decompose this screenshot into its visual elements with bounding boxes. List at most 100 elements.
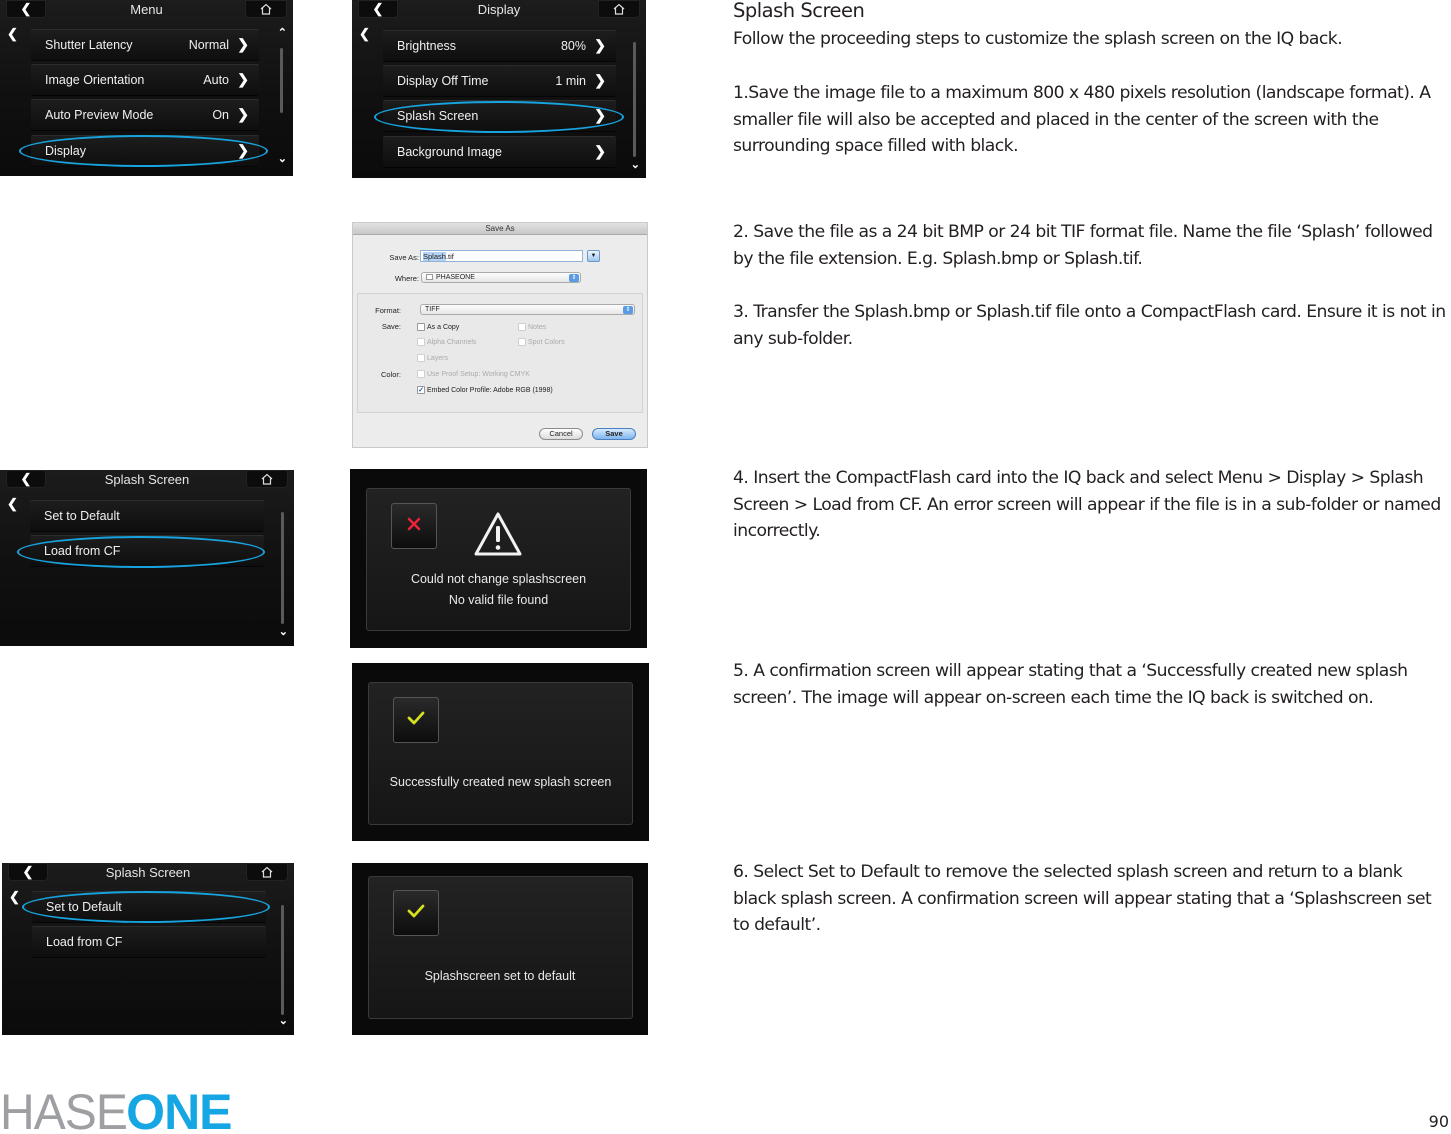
scroll-down-icon[interactable]: ⌄ — [631, 158, 640, 171]
menu-item-display-off-time[interactable]: Display Off Time 1 min ❯ — [383, 65, 616, 97]
menu-screen: ❮ Menu ❮ ⌃ ⌄ Shutter Latency Normal ❯ Im… — [0, 0, 293, 176]
home-button[interactable] — [246, 470, 288, 488]
checkbox-alpha-channels[interactable]: Alpha Channels — [417, 338, 476, 346]
checkbox-box — [518, 338, 526, 346]
home-button[interactable] — [246, 863, 288, 881]
menu-item-load-from-cf[interactable]: Load from CF — [32, 926, 266, 958]
format-dropdown[interactable]: TIFF ⇕ — [420, 304, 635, 315]
menu-item-shutter-latency[interactable]: Shutter Latency Normal ❯ — [31, 29, 259, 61]
item-value: Auto — [203, 73, 229, 87]
side-back-icon[interactable]: ❮ — [7, 26, 18, 42]
checkbox-embed-color-profile[interactable]: ✓ Embed Color Profile: Adobe RGB (1998) — [417, 386, 553, 394]
scrollbar[interactable] — [281, 905, 284, 1015]
splash-screen-menu-load: ❮ Splash Screen ❮ ⌄ Set to Default Load … — [0, 470, 294, 646]
item-label: Display Off Time — [397, 74, 489, 88]
checkmark-icon — [406, 710, 426, 731]
checkbox-spot-colors[interactable]: Spot Colors — [518, 338, 565, 346]
item-label: Shutter Latency — [45, 38, 133, 52]
checkbox-label: Alpha Channels — [427, 338, 477, 346]
step-4-text: 4. Insert the CompactFlash card into the… — [733, 468, 1441, 541]
scroll-up-icon[interactable]: ⌃ — [278, 26, 287, 39]
item-label: Brightness — [397, 39, 457, 53]
checkbox-box — [417, 323, 425, 331]
where-dropdown[interactable]: PHASEONE ⇕ — [421, 272, 581, 283]
scrollbar[interactable] — [280, 48, 283, 113]
step-3-text: 3. Transfer the Splash.bmp or Splash.tif… — [733, 302, 1446, 349]
menu-item-auto-preview-mode[interactable]: Auto Preview Mode On ❯ — [31, 99, 259, 131]
chevron-right-icon: ❯ — [594, 143, 606, 159]
close-button[interactable] — [391, 503, 437, 549]
side-back-icon[interactable]: ❮ — [359, 26, 370, 42]
logo-bold-text: ONE — [126, 1084, 232, 1134]
splash-screen-menu-default: ❮ Splash Screen ❮ ⌄ Set to Default Load … — [2, 863, 294, 1035]
menu-item-background-image[interactable]: Background Image ❯ — [383, 136, 616, 168]
home-button[interactable] — [598, 0, 640, 18]
home-icon — [261, 865, 273, 882]
home-icon — [613, 2, 625, 19]
success-screen: Successfully created new splash screen — [352, 663, 649, 841]
save-button[interactable]: Save — [592, 428, 636, 440]
item-label: Splash Screen — [397, 109, 479, 123]
chevron-right-icon: ❯ — [594, 37, 606, 53]
scrollbar[interactable] — [281, 512, 284, 624]
close-x-icon — [405, 515, 423, 538]
save-as-dialog: Save As Save As: Splash.tif ▼ Where: PHA… — [352, 222, 648, 448]
error-message-line2: No valid file found — [448, 593, 549, 607]
menu-item-set-to-default[interactable]: Set to Default — [32, 891, 266, 923]
format-label: Format: — [375, 306, 401, 315]
step-2-text: 2. Save the file as a 24 bit BMP or 24 b… — [733, 222, 1433, 269]
checkbox-notes[interactable]: Notes — [518, 323, 546, 331]
step-1-text: 1.Save the image file to a maximum 800 x… — [733, 83, 1431, 156]
cancel-button[interactable]: Cancel — [539, 428, 583, 440]
intro-text: Follow the proceeding steps to customize… — [733, 29, 1343, 49]
chevron-right-icon: ❯ — [594, 72, 606, 88]
item-label: Load from CF — [46, 935, 123, 949]
scroll-down-icon[interactable]: ⌄ — [279, 1014, 288, 1027]
checkbox-use-proof-setup[interactable]: Use Proof Setup: Working CMYK — [417, 370, 530, 378]
checkbox-label: Embed Color Profile: Adobe RGB (1998) — [427, 386, 553, 394]
updown-arrows-icon: ⇕ — [569, 274, 579, 282]
home-button[interactable] — [245, 0, 287, 18]
brand-logo: HASE ONE — [0, 1084, 233, 1134]
checkbox-layers[interactable]: Layers — [417, 354, 448, 362]
checkbox-box — [417, 354, 425, 362]
ok-button[interactable] — [393, 890, 439, 936]
menu-item-set-to-default[interactable]: Set to Default — [30, 500, 264, 532]
scroll-down-icon[interactable]: ⌄ — [278, 152, 287, 165]
color-label: Color: — [380, 370, 401, 379]
side-back-icon[interactable]: ❮ — [9, 889, 20, 905]
checkbox-label: Spot Colors — [528, 338, 565, 346]
checkmark-icon — [406, 903, 426, 924]
menu-item-image-orientation[interactable]: Image Orientation Auto ❯ — [31, 64, 259, 96]
item-label: Load from CF — [44, 544, 121, 558]
checkbox-as-a-copy[interactable]: As a Copy — [417, 323, 459, 331]
chevron-right-icon: ❯ — [237, 71, 249, 87]
side-back-icon[interactable]: ❮ — [7, 496, 18, 512]
filename-input[interactable]: Splash.tif — [420, 250, 583, 262]
success-message: Successfully created new splash screen — [389, 775, 612, 789]
save-options-label: Save: — [381, 322, 401, 331]
step-6-text: 6. Select Set to Default to remove the s… — [733, 862, 1432, 935]
page-heading: Splash Screen — [733, 0, 865, 22]
item-label: Set to Default — [44, 509, 120, 523]
filename-extension: .tif — [445, 252, 454, 261]
checkbox-label: Notes — [528, 323, 547, 331]
default-set-message: Splashscreen set to default — [424, 969, 576, 983]
chevron-right-icon: ❯ — [594, 107, 606, 123]
folder-icon — [426, 274, 433, 280]
item-label: Set to Default — [46, 900, 122, 914]
expand-dialog-button[interactable]: ▼ — [587, 250, 600, 262]
default-set-screen: Splashscreen set to default — [352, 863, 648, 1035]
item-value: 80% — [560, 39, 586, 53]
scroll-down-icon[interactable]: ⌄ — [279, 625, 288, 638]
filename-selected: Splash — [423, 252, 446, 261]
step-5-text: 5. A confirmation screen will appear sta… — [733, 661, 1408, 708]
menu-item-display[interactable]: Display ❯ — [31, 135, 259, 167]
ok-button[interactable] — [393, 697, 439, 743]
logo-thin-text: HASE — [0, 1084, 128, 1134]
menu-item-brightness[interactable]: Brightness 80% ❯ — [383, 30, 616, 62]
home-icon — [260, 2, 272, 19]
menu-item-splash-screen[interactable]: Splash Screen ❯ — [383, 100, 616, 132]
menu-item-load-from-cf[interactable]: Load from CF — [30, 535, 264, 567]
scrollbar[interactable] — [633, 42, 636, 157]
